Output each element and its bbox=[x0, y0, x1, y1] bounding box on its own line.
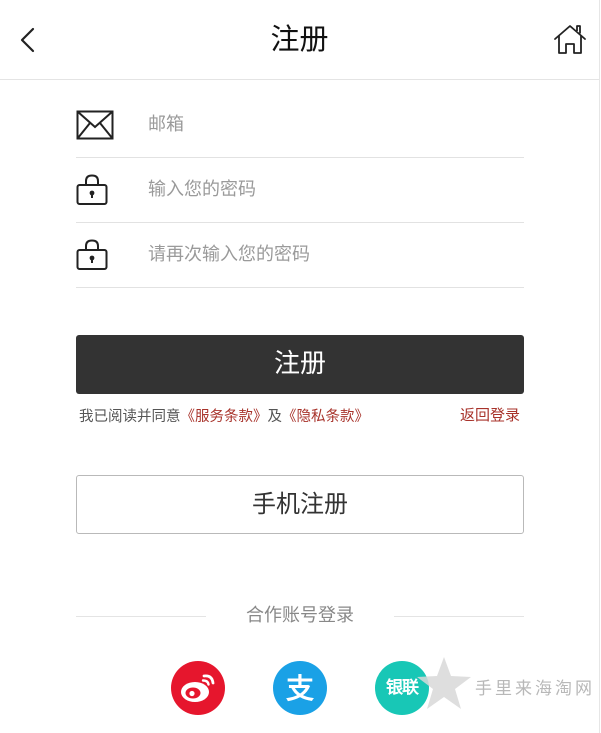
alipay-login-button[interactable]: 支 bbox=[273, 661, 327, 715]
unionpay-login-button[interactable]: 银联 bbox=[375, 661, 429, 715]
agreement-middle: 及 bbox=[267, 409, 283, 425]
alipay-icon: 支 bbox=[286, 672, 314, 705]
page-title: 注册 bbox=[270, 22, 329, 56]
svg-text:支: 支 bbox=[286, 672, 314, 705]
terms-link[interactable]: 《服务条款》 bbox=[181, 409, 268, 425]
home-icon bbox=[554, 25, 586, 54]
email-row bbox=[76, 92, 524, 158]
watermark-text: 手里来海淘网 bbox=[475, 679, 595, 699]
partner-login-label: 合作账号登录 bbox=[246, 605, 354, 626]
confirm-password-input[interactable] bbox=[148, 236, 518, 272]
weibo-login-button[interactable] bbox=[171, 661, 225, 715]
phone-register-button[interactable]: 手机注册 bbox=[76, 475, 524, 534]
home-button[interactable] bbox=[552, 22, 588, 58]
header-bar: 注册 bbox=[0, 0, 599, 80]
confirm-password-row bbox=[76, 222, 524, 288]
privacy-link[interactable]: 《隐私条款》 bbox=[282, 409, 369, 425]
agreement-text: 我已阅读并同意《服务条款》及《隐私条款》 bbox=[79, 406, 369, 428]
unionpay-icon: 银联 bbox=[386, 678, 419, 698]
lock-icon bbox=[76, 239, 108, 270]
mail-icon bbox=[76, 110, 114, 140]
lock-icon bbox=[76, 174, 108, 205]
agreement-prefix: 我已阅读并同意 bbox=[79, 409, 181, 425]
password-row bbox=[76, 157, 524, 223]
register-page: 注册 邮箱 注册 我已阅读并同意《服务条款》及《隐私条款》 返回登录 手机注册 … bbox=[0, 0, 600, 733]
email-input[interactable] bbox=[148, 106, 518, 142]
divider-right bbox=[394, 616, 524, 617]
weibo-icon bbox=[181, 674, 215, 702]
register-button[interactable]: 注册 bbox=[76, 335, 524, 394]
watermark: 手里来海淘网 bbox=[412, 652, 601, 722]
back-to-login-link[interactable]: 返回登录 bbox=[460, 404, 520, 426]
divider-left bbox=[76, 616, 206, 617]
password-input[interactable] bbox=[148, 171, 518, 207]
